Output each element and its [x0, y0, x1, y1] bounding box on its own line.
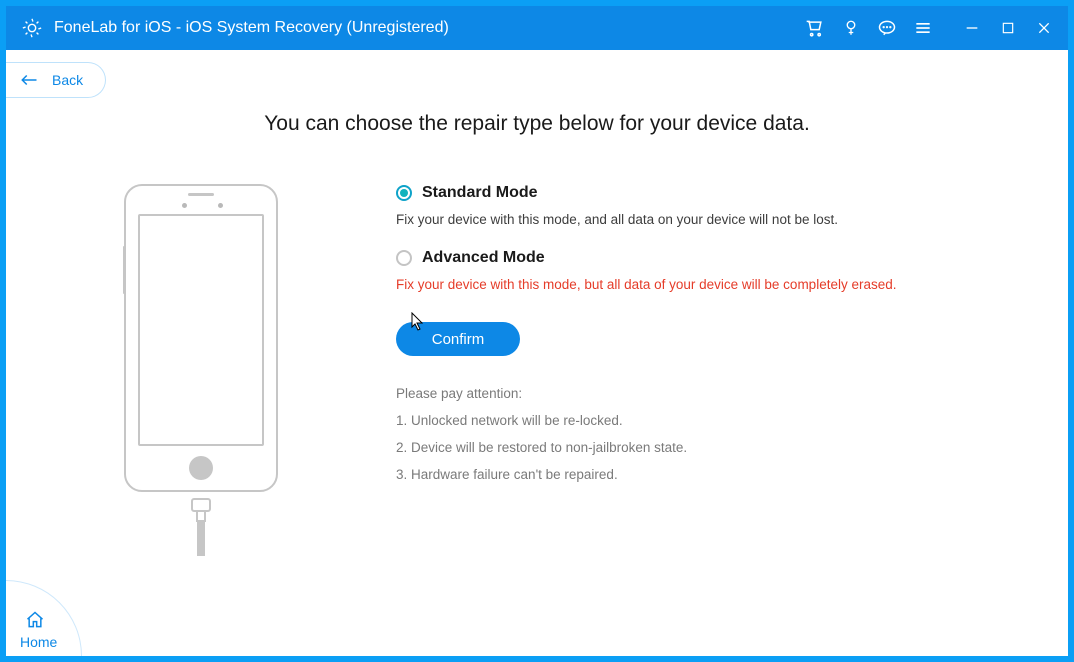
option-standard: Standard Mode Fix your device with this … [396, 184, 988, 227]
menu-icon[interactable] [912, 17, 934, 39]
feedback-icon[interactable] [876, 17, 898, 39]
app-logo-icon [20, 16, 44, 40]
advanced-mode-title: Advanced Mode [422, 249, 545, 267]
attention-line: 2. Device will be restored to non-jailbr… [396, 440, 988, 455]
minimize-button[interactable] [962, 18, 982, 38]
page-heading: You can choose the repair type below for… [6, 112, 1068, 136]
back-button[interactable]: Back [6, 62, 106, 98]
key-icon[interactable] [840, 17, 862, 39]
home-label: Home [20, 634, 57, 650]
radio-standard-mode[interactable]: Standard Mode [396, 184, 988, 202]
home-button[interactable]: Home [6, 580, 82, 656]
titlebar-actions [804, 17, 1060, 39]
option-advanced: Advanced Mode Fix your device with this … [396, 249, 988, 292]
device-illustration [6, 184, 396, 556]
radio-advanced-mode[interactable]: Advanced Mode [396, 249, 988, 267]
titlebar: FoneLab for iOS - iOS System Recovery (U… [6, 6, 1068, 50]
close-button[interactable] [1034, 18, 1054, 38]
maximize-button[interactable] [998, 18, 1018, 38]
radio-unselected-icon [396, 250, 412, 266]
cart-icon[interactable] [804, 17, 826, 39]
confirm-button[interactable]: Confirm [396, 322, 520, 356]
attention-heading: Please pay attention: [396, 386, 988, 401]
attention-line: 3. Hardware failure can't be repaired. [396, 467, 988, 482]
options-panel: Standard Mode Fix your device with this … [396, 184, 1068, 556]
back-label: Back [52, 72, 83, 88]
content-area: Back You can choose the repair type belo… [6, 50, 1068, 656]
radio-selected-icon [396, 185, 412, 201]
confirm-label: Confirm [432, 331, 485, 348]
app-window: FoneLab for iOS - iOS System Recovery (U… [6, 6, 1068, 656]
attention-line: 1. Unlocked network will be re-locked. [396, 413, 988, 428]
attention-block: Please pay attention: 1. Unlocked networ… [396, 386, 988, 482]
advanced-mode-desc: Fix your device with this mode, but all … [396, 277, 988, 292]
standard-mode-desc: Fix your device with this mode, and all … [396, 212, 988, 227]
window-title: FoneLab for iOS - iOS System Recovery (U… [54, 19, 449, 37]
usb-connector-icon [191, 498, 211, 556]
phone-icon [124, 184, 278, 492]
standard-mode-title: Standard Mode [422, 184, 538, 202]
